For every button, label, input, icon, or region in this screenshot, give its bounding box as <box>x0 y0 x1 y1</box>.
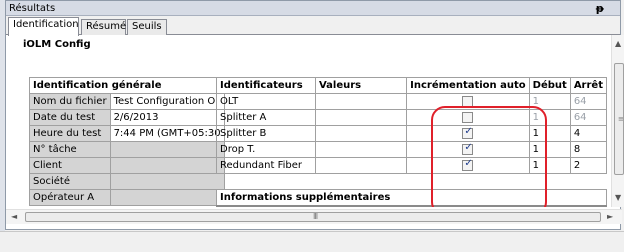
table-row: Redundant Fiber 1 2 <box>216 157 607 174</box>
identifier-name: OLT <box>216 93 316 110</box>
vertical-scrollbar[interactable]: ▲ ≡ ▼ <box>611 35 624 207</box>
tab-resume[interactable]: Résumé <box>81 19 126 35</box>
table-row: Splitter B 1 4 <box>216 125 607 142</box>
auto-increment-checkbox[interactable] <box>462 159 474 171</box>
column-header-identifiers: Identificateurs <box>216 77 316 94</box>
scroll-up-icon[interactable]: ▲ <box>615 39 621 48</box>
general-identification-header: Identification générale <box>29 77 225 94</box>
scroll-down-icon[interactable]: ▼ <box>615 193 621 202</box>
identifier-name: Drop T. <box>216 141 316 158</box>
stop-value[interactable]: 64 <box>569 109 607 126</box>
auto-increment-checkbox[interactable] <box>462 127 474 139</box>
section-title: iOLM Config <box>23 39 91 50</box>
table-row: Splitter A 1 64 <box>216 109 607 126</box>
field-label: Société <box>29 173 111 190</box>
grip-icon: ≡ <box>618 115 624 123</box>
column-header-values: Valeurs <box>314 77 408 94</box>
start-value[interactable]: 1 <box>528 109 571 126</box>
field-label: Date du test <box>29 109 111 126</box>
column-header-stop: Arrêt <box>569 77 607 94</box>
company-field[interactable] <box>109 173 225 190</box>
operator-a-field[interactable] <box>109 189 225 206</box>
table-row: Drop T. 1 8 <box>216 141 607 158</box>
stop-value[interactable]: 64 <box>569 93 607 110</box>
field-label: Opérateur A <box>29 189 111 206</box>
tab-seuils[interactable]: Seuils <box>127 19 167 35</box>
field-label: Nom du fichier <box>29 93 111 110</box>
field-label: Heure du test <box>29 125 111 142</box>
field-label: N° tâche <box>29 141 111 158</box>
file-name-value[interactable]: Test Configuration O <box>109 93 225 110</box>
panel-title: Résultats <box>9 3 56 14</box>
identifier-value[interactable] <box>314 157 408 174</box>
job-number-field[interactable] <box>109 141 225 158</box>
start-value[interactable]: 1 <box>528 141 571 158</box>
stop-value[interactable]: 2 <box>569 157 607 174</box>
vertical-scroll-thumb[interactable]: ≡ <box>614 63 624 175</box>
stop-value[interactable]: 8 <box>569 141 607 158</box>
tab-identification[interactable]: Identification <box>8 17 79 36</box>
test-date-value[interactable]: 2/6/2013 <box>109 109 225 126</box>
horizontal-scrollbar[interactable]: ◄ III ► <box>6 209 622 224</box>
additional-info-header: Informations supplémentaires <box>216 189 607 207</box>
tab-bar: Identification Résumé Seuils <box>6 16 620 36</box>
scroll-left-icon[interactable]: ◄ <box>11 212 17 221</box>
identifier-name: Redundant Fiber <box>216 157 316 174</box>
start-value[interactable]: 1 <box>528 93 571 110</box>
table-row: OLT 1 64 <box>216 93 607 110</box>
table-row: Société <box>29 173 225 190</box>
general-identification-table: Identification générale Nom du fichier T… <box>29 77 225 206</box>
auto-increment-checkbox[interactable] <box>462 95 474 107</box>
additional-info-table: Informations supplémentaires <box>216 189 607 207</box>
identifier-value[interactable] <box>314 125 408 142</box>
table-row: Date du test 2/6/2013 <box>29 109 225 126</box>
horizontal-scroll-thumb[interactable]: III <box>25 212 601 222</box>
status-bar <box>0 231 624 252</box>
column-header-auto-increment: Incrémentation auto <box>406 77 530 94</box>
table-row: N° tâche <box>29 141 225 158</box>
table-row: Nom du fichier Test Configuration O <box>29 93 225 110</box>
identification-content: iOLM Config Identification générale Nom … <box>6 35 607 207</box>
test-time-value[interactable]: 7:44 PM (GMT+05:30 <box>109 125 225 142</box>
field-label: Client <box>29 157 111 174</box>
identifier-name: Splitter B <box>216 125 316 142</box>
start-value[interactable]: 1 <box>528 125 571 142</box>
identifier-value[interactable] <box>314 141 408 158</box>
table-row: Client <box>29 157 225 174</box>
column-header-start: Début <box>528 77 571 94</box>
auto-increment-checkbox[interactable] <box>462 143 474 155</box>
client-field[interactable] <box>109 157 225 174</box>
table-row: Opérateur A <box>29 189 225 206</box>
table-row: Heure du test 7:44 PM (GMT+05:30 <box>29 125 225 142</box>
start-value[interactable]: 1 <box>528 157 571 174</box>
grip-icon: III <box>313 212 318 221</box>
auto-increment-checkbox[interactable] <box>462 111 474 123</box>
panel-header: Résultats ᵽ <box>6 1 620 16</box>
pin-icon[interactable]: ᵽ <box>596 2 604 15</box>
scroll-right-icon[interactable]: ► <box>607 212 613 221</box>
stop-value[interactable]: 4 <box>569 125 607 142</box>
identifier-value[interactable] <box>314 109 408 126</box>
identifier-name: Splitter A <box>216 109 316 126</box>
identifier-value[interactable] <box>314 93 408 110</box>
identifiers-table: Identificateurs Valeurs Incrémentation a… <box>216 77 607 174</box>
results-panel: Résultats ᵽ Identification Résumé Seuils… <box>5 0 624 230</box>
